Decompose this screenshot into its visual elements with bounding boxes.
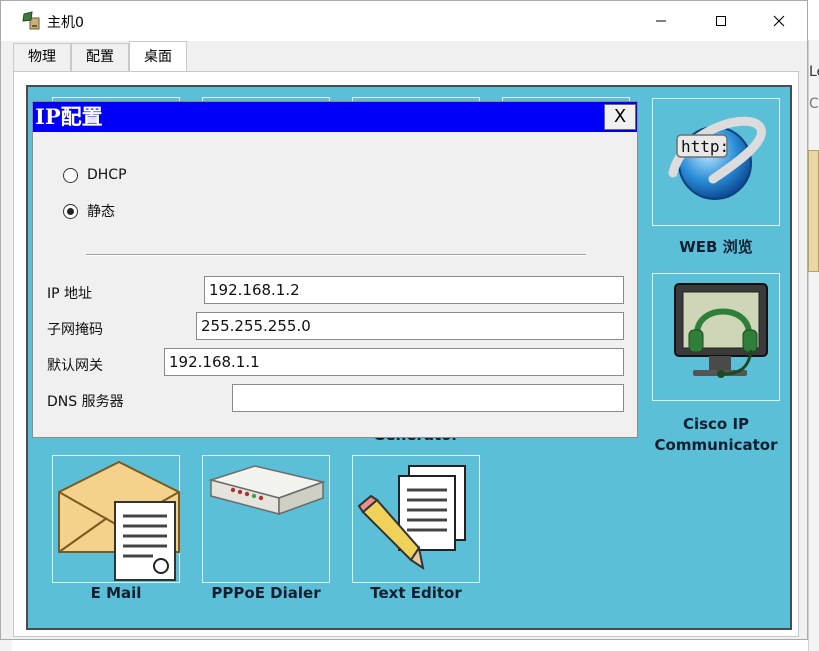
email-label: E Mail — [90, 584, 142, 602]
http-badge: http: — [681, 137, 729, 156]
background-thumbnail — [808, 150, 819, 272]
pppoe-dialer-app[interactable] — [202, 455, 330, 583]
ip-config-close-button[interactable]: X — [604, 104, 636, 130]
ip-address-input[interactable]: 192.168.1.2 — [204, 276, 624, 304]
close-icon — [773, 15, 785, 27]
background-text-fragment: Le — [809, 64, 819, 80]
tab-bar: 物理 配置 桌面 — [13, 41, 187, 71]
close-button[interactable] — [749, 1, 809, 41]
static-radio-option[interactable]: 静态 — [63, 201, 115, 221]
dns-server-input[interactable] — [232, 384, 624, 412]
static-radio[interactable] — [63, 203, 78, 219]
ip-communicator-label: Cisco IP Communicator — [654, 415, 778, 454]
tab-config[interactable]: 配置 — [71, 43, 129, 71]
title-bar[interactable]: 主机0 — [1, 1, 807, 41]
window-title: 主机0 — [47, 15, 84, 31]
dhcp-radio-option[interactable]: DHCP — [63, 167, 127, 183]
ip-config-title-bar[interactable]: IP配置 X — [33, 102, 637, 132]
subnet-mask-label: 子网掩码 — [47, 322, 103, 338]
ip-config-title: IP配置 — [35, 104, 103, 129]
pppoe-dialer-label: PPPoE Dialer — [211, 584, 321, 602]
text-editor-app[interactable] — [352, 455, 480, 583]
web-browser-app[interactable]: http: — [652, 98, 780, 226]
tab-physical[interactable]: 物理 — [13, 43, 71, 71]
subnet-mask-input[interactable]: 255.255.255.0 — [196, 312, 624, 340]
tab-desktop[interactable]: 桌面 — [129, 41, 187, 71]
mode-divider — [86, 254, 586, 256]
maximize-button[interactable] — [691, 1, 751, 41]
default-gateway-input[interactable]: 192.168.1.1 — [164, 348, 624, 376]
ip-address-label: IP 地址 — [47, 286, 93, 302]
ip-communicator-app[interactable] — [652, 273, 780, 401]
screen: Le Ci < 3 粗 主机0 物理 配置 桌面 — [0, 0, 819, 651]
background-text-fragment: Ci — [809, 96, 819, 112]
maximize-icon — [716, 16, 726, 26]
pppoe-dialer-icon — [208, 465, 326, 516]
email-icon — [58, 460, 180, 581]
text-editor-label: Text Editor — [370, 584, 462, 602]
background-app-right — [808, 40, 819, 651]
web-browser-label: WEB 浏览 — [679, 238, 753, 256]
default-gateway-label: 默认网关 — [47, 358, 103, 374]
email-app[interactable] — [52, 455, 180, 583]
ip-communicator-icon — [674, 283, 768, 378]
host-app-icon — [22, 11, 40, 30]
web-browser-icon: http: — [668, 116, 766, 200]
dns-server-label: DNS 服务器 — [47, 394, 124, 410]
dhcp-radio[interactable] — [63, 167, 78, 183]
minimize-icon — [656, 20, 666, 22]
static-label: 静态 — [87, 204, 115, 220]
ip-config-dialog: IP配置 X DHCP 静态 IP 地址 192.168.1.2 子网掩码 25… — [32, 101, 638, 438]
text-editor-icon — [357, 465, 466, 571]
minimize-button[interactable] — [631, 1, 691, 41]
dhcp-label: DHCP — [87, 167, 127, 183]
